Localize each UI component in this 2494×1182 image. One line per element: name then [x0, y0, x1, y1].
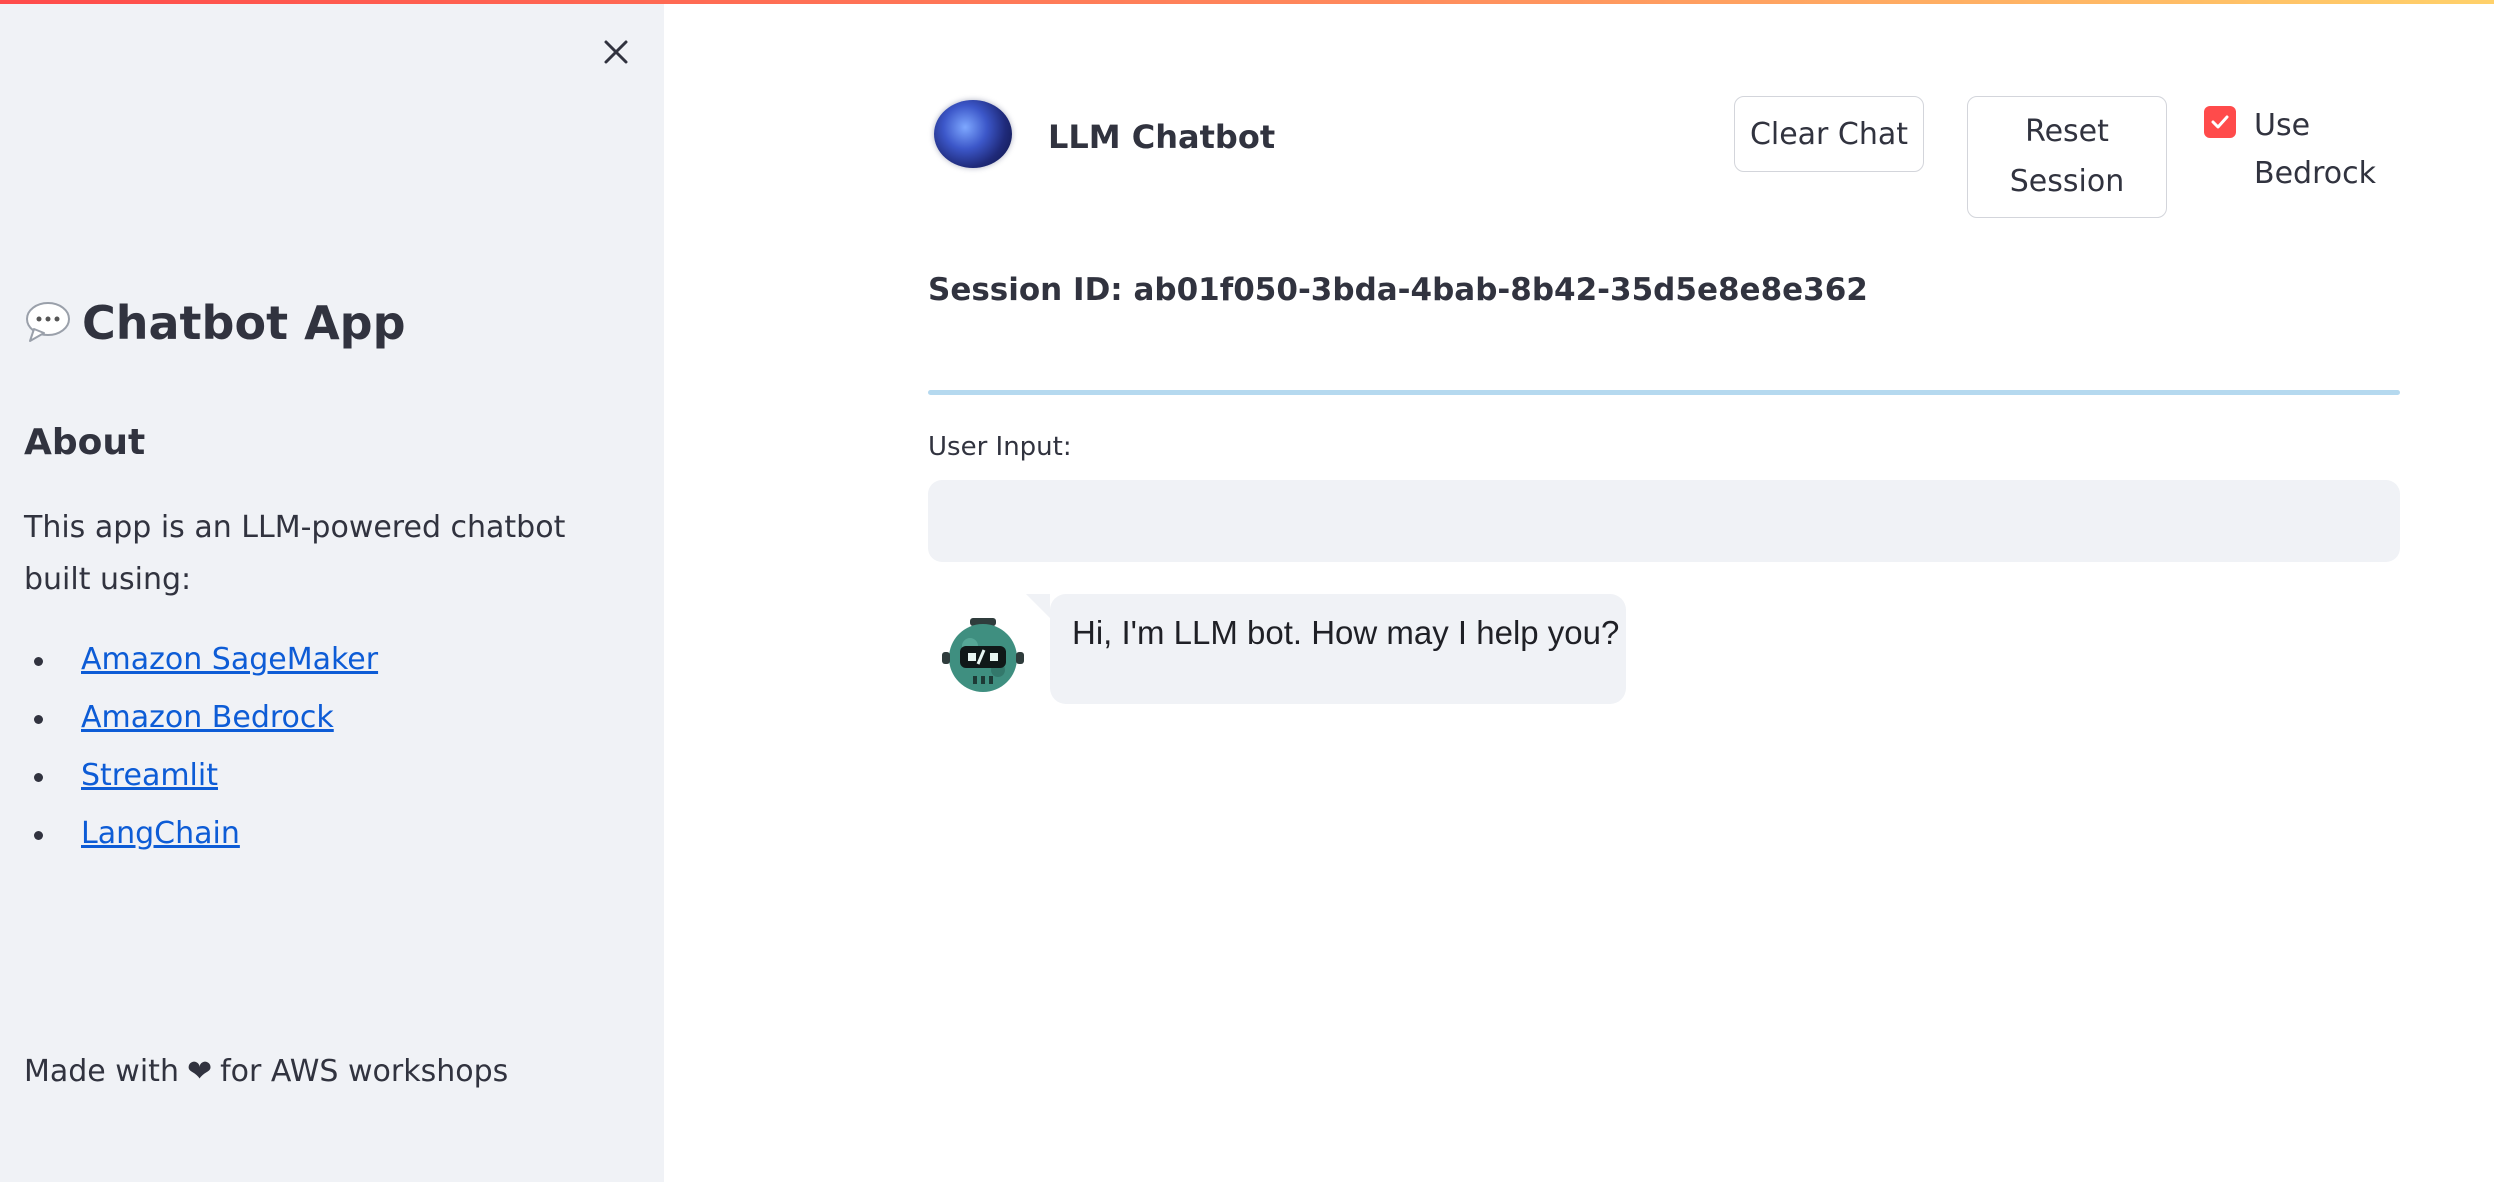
link-list: Amazon SageMaker Amazon Bedrock Streamli…: [24, 632, 378, 864]
sidebar: Chatbot App About This app is an LLM-pow…: [0, 0, 664, 1182]
list-item: Streamlit: [24, 748, 378, 806]
divider: [928, 390, 2400, 395]
reset-session-button[interactable]: Reset Session: [1967, 96, 2167, 218]
sidebar-close-button[interactable]: [596, 32, 636, 72]
link-amazon-bedrock[interactable]: Amazon Bedrock: [81, 700, 334, 735]
link-amazon-sagemaker[interactable]: Amazon SageMaker: [81, 642, 378, 677]
about-heading: About: [24, 422, 146, 463]
use-bedrock-label: Use Bedrock: [2254, 108, 2376, 191]
heart-icon: ❤: [186, 1054, 213, 1089]
list-item: Amazon Bedrock: [24, 690, 378, 748]
app-title: LLM Chatbot: [1048, 118, 1276, 156]
user-input-field[interactable]: [928, 480, 2400, 562]
sidebar-title-text: Chatbot App: [82, 296, 406, 350]
sidebar-footer: Made with ❤ for AWS workshops: [24, 1054, 508, 1089]
top-decoration-bar: [0, 0, 2494, 4]
checkbox-checked-icon[interactable]: [2204, 106, 2236, 138]
list-item: LangChain: [24, 806, 378, 864]
brain-icon: [934, 100, 1012, 168]
footer-prefix: Made with: [24, 1054, 179, 1089]
link-langchain[interactable]: LangChain: [81, 816, 240, 851]
close-icon: [604, 40, 628, 64]
user-input-label: User Input:: [928, 432, 1072, 462]
session-id: Session ID: ab01f050-3bda-4bab-8b42-35d5…: [928, 272, 1868, 308]
about-text: This app is an LLM-powered chatbot built…: [24, 510, 566, 597]
use-bedrock-checkbox[interactable]: Use Bedrock: [2204, 102, 2384, 198]
robot-icon: [940, 618, 1026, 696]
list-item: Amazon SageMaker: [24, 632, 378, 690]
speech-balloon-icon: [24, 299, 72, 347]
footer-suffix: for AWS workshops: [220, 1054, 509, 1089]
link-streamlit[interactable]: Streamlit: [81, 758, 218, 793]
clear-chat-button[interactable]: Clear Chat: [1734, 96, 1924, 172]
sidebar-title: Chatbot App: [24, 296, 406, 350]
bot-message-bubble: Hi, I'm LLM bot. How may I help you?: [1026, 594, 1626, 704]
main-content: LLM Chatbot Clear Chat Reset Session Use…: [664, 0, 2494, 1182]
